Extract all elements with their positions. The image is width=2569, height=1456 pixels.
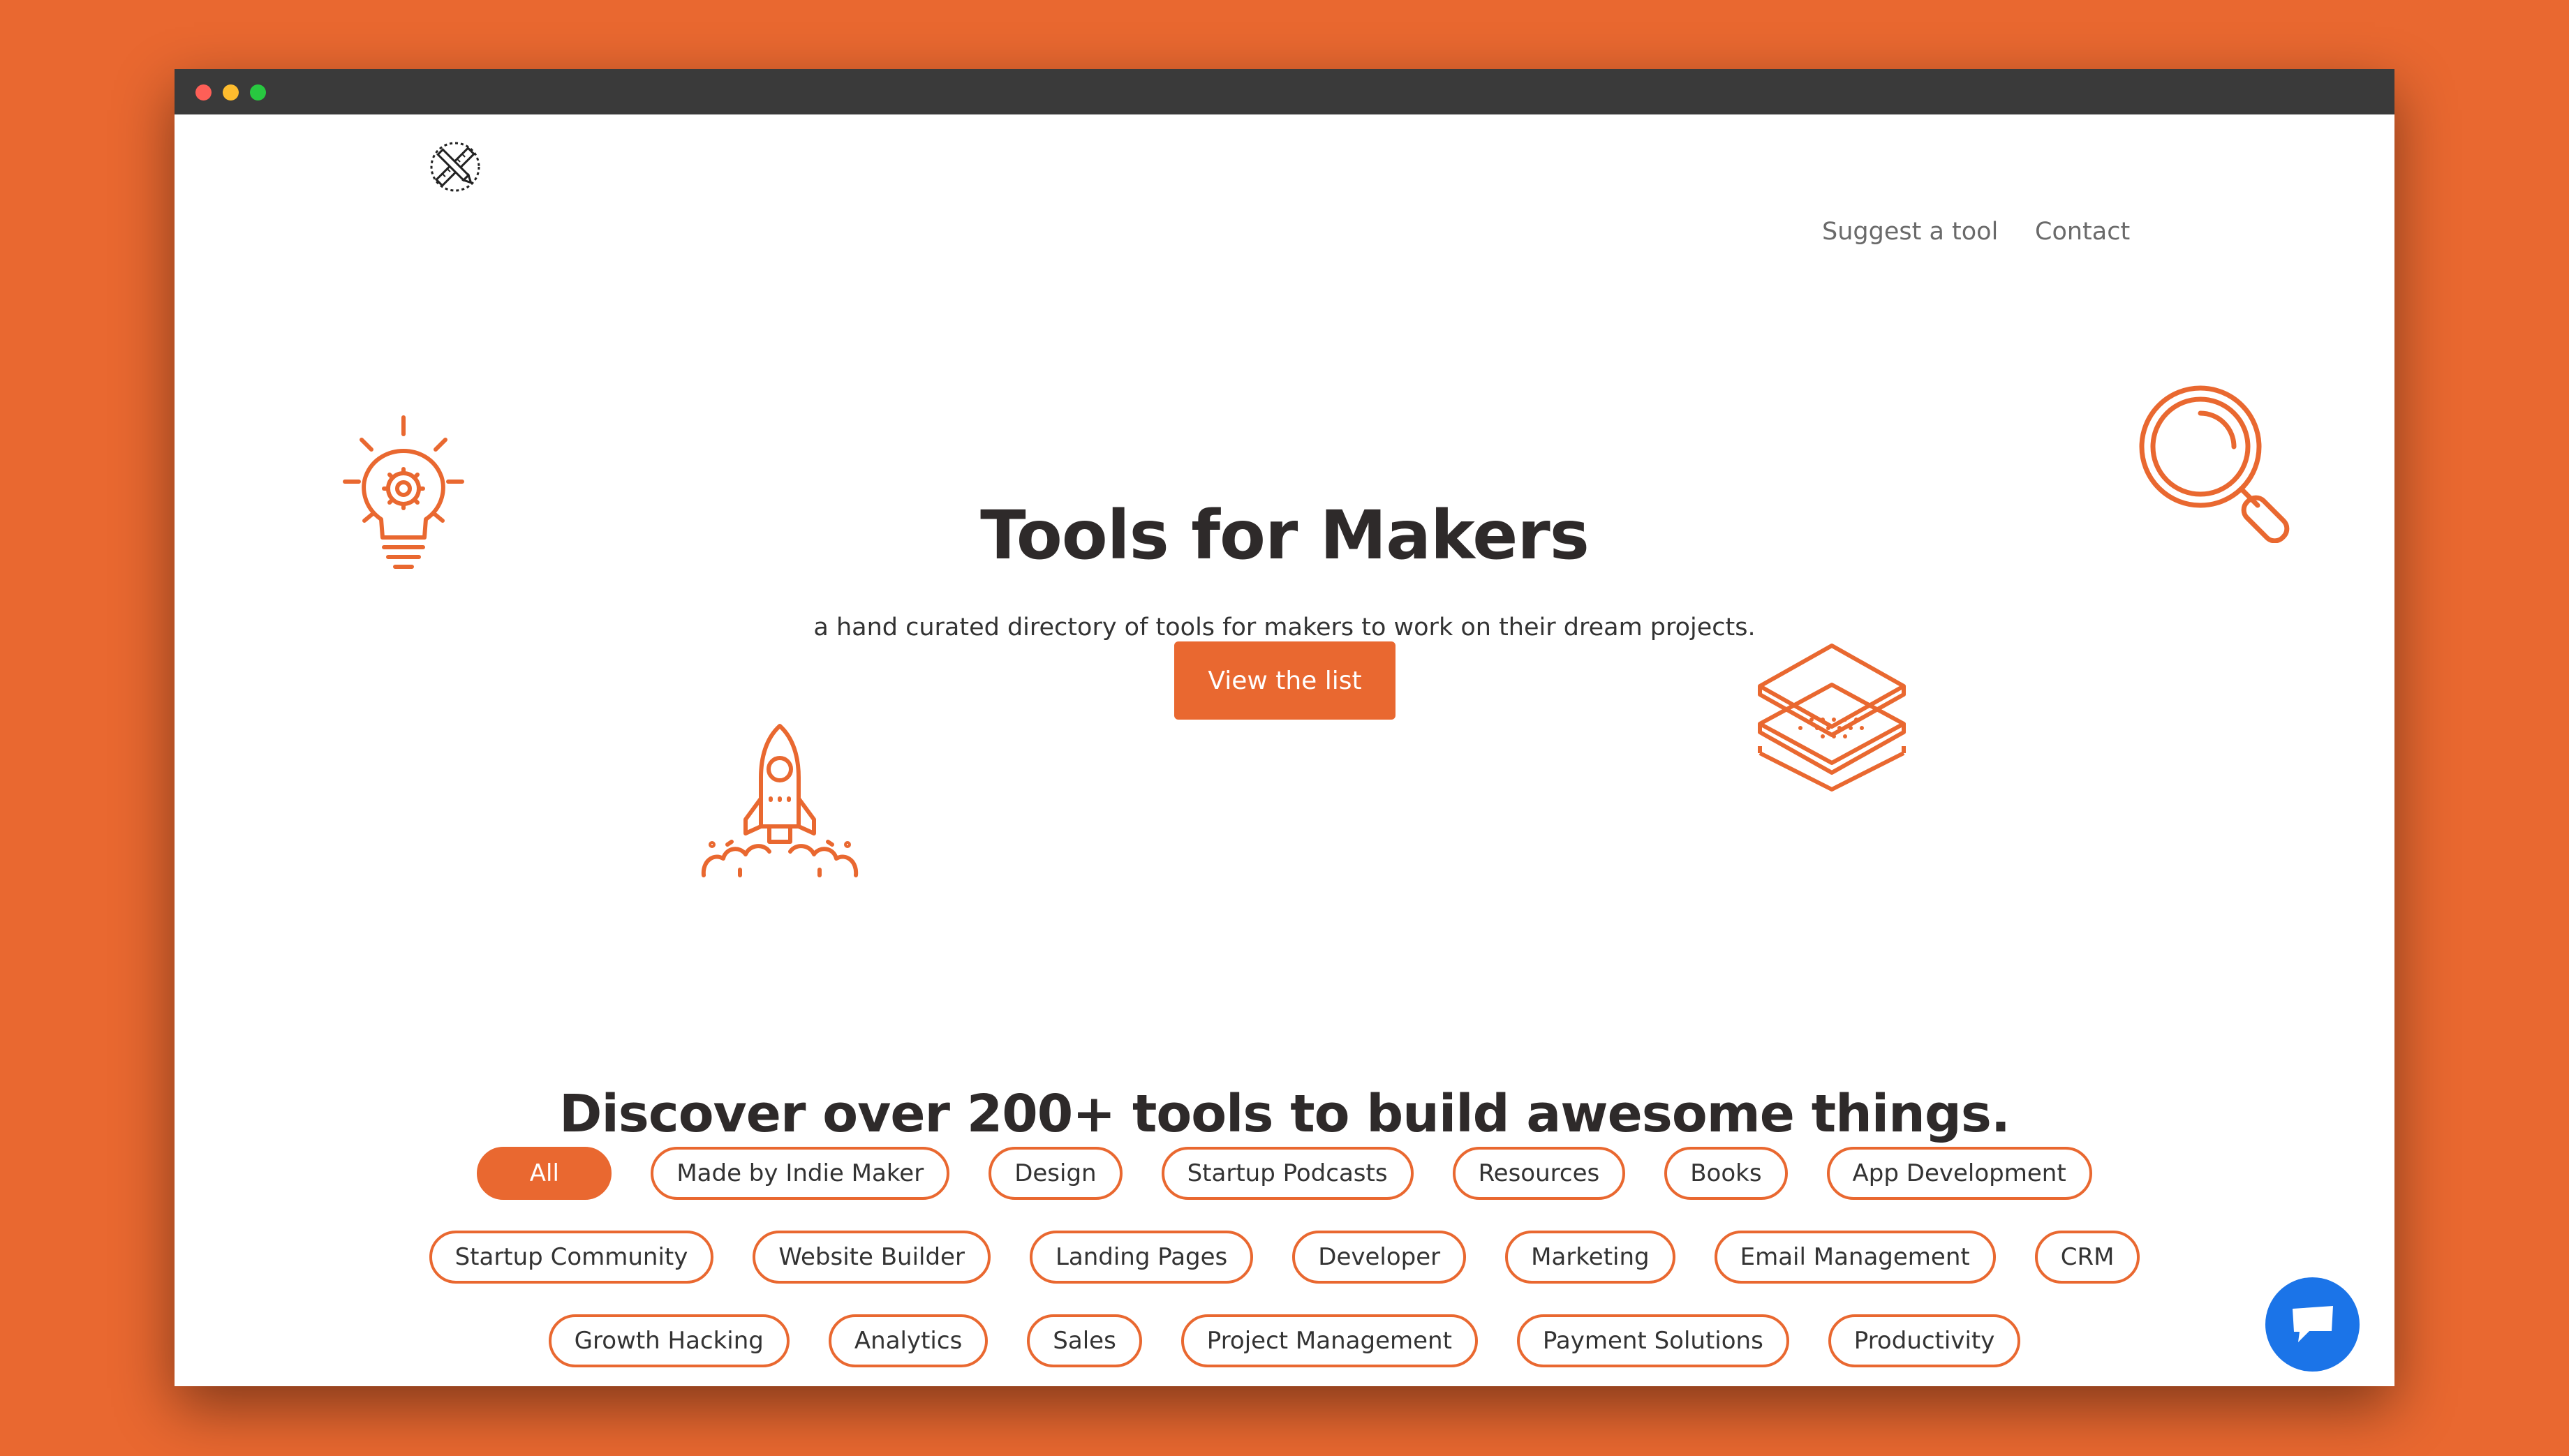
chat-button[interactable] [2265, 1277, 2360, 1372]
hero-title: Tools for Makers [980, 496, 1590, 574]
tag-row-1: All Made by Indie Maker Design Startup P… [175, 1147, 2394, 1200]
rocket-icon [701, 724, 859, 877]
tag-row-3: Growth Hacking Analytics Sales Project M… [175, 1314, 2394, 1367]
tag-made-by-indie-maker[interactable]: Made by Indie Maker [651, 1147, 950, 1200]
discover-heading: Discover over 200+ tools to build awesom… [559, 1084, 2011, 1144]
tag-sales[interactable]: Sales [1027, 1314, 1142, 1367]
tag-crm[interactable]: CRM [2034, 1231, 2140, 1284]
tag-project-management[interactable]: Project Management [1180, 1314, 1478, 1367]
tag-startup-community[interactable]: Startup Community [429, 1231, 714, 1284]
tag-app-development[interactable]: App Development [1826, 1147, 2092, 1200]
minimize-window-button[interactable] [223, 84, 239, 101]
tag-all[interactable]: All [477, 1147, 612, 1200]
maximize-window-button[interactable] [250, 84, 266, 101]
tag-payment-solutions[interactable]: Payment Solutions [1516, 1314, 1789, 1367]
tag-website-builder[interactable]: Website Builder [753, 1231, 991, 1284]
hero-subtitle: a hand curated directory of tools for ma… [813, 614, 1756, 641]
layers-icon [1758, 644, 1906, 792]
view-list-button[interactable]: View the list [1174, 641, 1395, 720]
tag-analytics[interactable]: Analytics [828, 1314, 989, 1367]
nav-contact-link[interactable]: Contact [2035, 218, 2130, 246]
nav-suggest-tool-link[interactable]: Suggest a tool [1822, 218, 1998, 246]
tag-productivity[interactable]: Productivity [1828, 1314, 2021, 1367]
window-titlebar [175, 69, 2394, 114]
tag-startup-podcasts[interactable]: Startup Podcasts [1161, 1147, 1414, 1200]
chat-bubble-icon [2292, 1305, 2333, 1342]
browser-window: Suggest a tool Contact Tools for Makers … [175, 69, 2394, 1386]
tag-marketing[interactable]: Marketing [1505, 1231, 1675, 1284]
tag-email-management[interactable]: Email Management [1714, 1231, 1996, 1284]
tag-developer[interactable]: Developer [1292, 1231, 1467, 1284]
tag-resources[interactable]: Resources [1452, 1147, 1626, 1200]
tag-growth-hacking[interactable]: Growth Hacking [548, 1314, 790, 1367]
crossed-pencil-ruler-icon[interactable] [427, 139, 483, 195]
tag-row-2: Startup Community Website Builder Landin… [175, 1231, 2394, 1284]
tag-books[interactable]: Books [1664, 1147, 1788, 1200]
tag-design[interactable]: Design [989, 1147, 1123, 1200]
tag-landing-pages[interactable]: Landing Pages [1029, 1231, 1254, 1284]
close-window-button[interactable] [195, 84, 212, 101]
